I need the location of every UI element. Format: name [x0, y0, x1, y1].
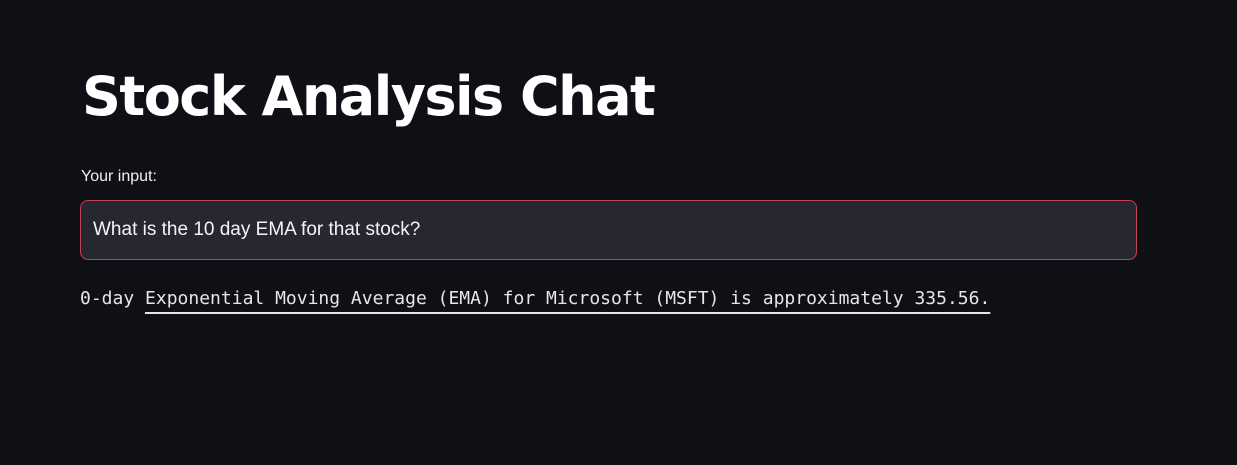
- chat-input[interactable]: [80, 200, 1137, 260]
- response-prefix: 0-day: [80, 288, 135, 309]
- response-text[interactable]: Exponential Moving Average (EMA) for Mic…: [145, 288, 990, 309]
- input-label: Your input:: [81, 168, 157, 185]
- page-title: Stock Analysis Chat: [82, 65, 656, 128]
- response-output: 0-day Exponential Moving Average (EMA) f…: [80, 288, 990, 309]
